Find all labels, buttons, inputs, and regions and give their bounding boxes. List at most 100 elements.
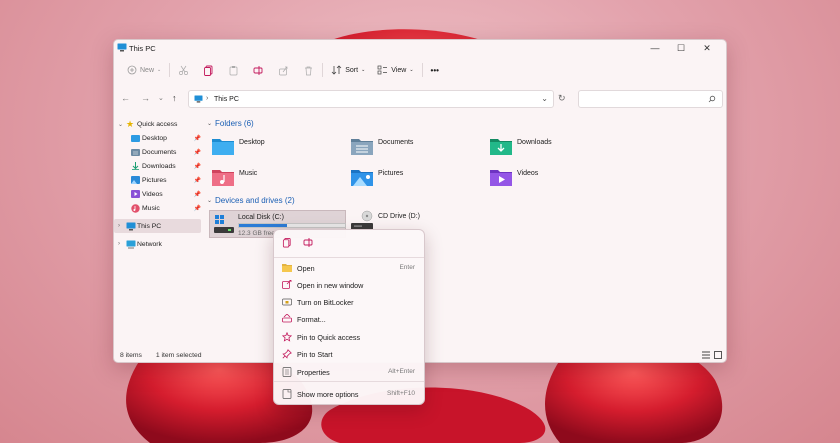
- menu-item-bitlocker[interactable]: Turn on BitLocker: [274, 293, 424, 310]
- chevron-down-icon: ⌄: [157, 67, 162, 73]
- cut-button[interactable]: [174, 61, 193, 79]
- maximize-button[interactable]: ☐: [668, 42, 694, 54]
- refresh-icon[interactable]: ↻: [558, 93, 566, 104]
- menu-item-properties[interactable]: Properties Alt+Enter: [274, 363, 424, 380]
- chevron-down-icon: ⌄: [361, 67, 366, 73]
- sidebar-item-pictures[interactable]: Pictures 📌: [114, 173, 201, 187]
- menu-item-label: Turn on BitLocker: [297, 298, 354, 307]
- chevron-right-icon: ›: [118, 241, 120, 247]
- menu-item-show-more-options[interactable]: Show more options Shift+F10: [274, 385, 424, 402]
- music-folder-icon: [131, 203, 140, 213]
- back-arrow-icon[interactable]: ←: [121, 93, 130, 103]
- new-button[interactable]: New ⌄: [123, 61, 165, 79]
- windows-drive-icon: [214, 215, 234, 233]
- sort-button[interactable]: Sort ⌄: [327, 61, 369, 79]
- menu-item-format[interactable]: Format...: [274, 310, 424, 327]
- this-pc-icon: [126, 222, 136, 230]
- menu-item-pin-start[interactable]: Pin to Start: [274, 345, 424, 362]
- star-icon: ★: [126, 118, 135, 129]
- menu-item-label: Format...: [297, 315, 326, 324]
- menu-item-pin-quick-access[interactable]: Pin to Quick access: [274, 328, 424, 345]
- tiles-view-icon[interactable]: [714, 351, 722, 359]
- address-row: ← → ⌄ ↑ › This PC ⌄ ↻: [114, 89, 726, 109]
- sidebar-item-label: Network: [137, 240, 162, 248]
- format-drive-icon: [282, 314, 292, 323]
- drive-name: Local Disk (C:): [238, 214, 284, 221]
- sidebar-item-documents[interactable]: Documents 📌: [114, 145, 201, 159]
- address-dropdown-icon[interactable]: ⌄: [541, 94, 548, 103]
- sidebar-item-this-pc[interactable]: › This PC: [114, 219, 201, 233]
- copy-icon: [204, 65, 213, 76]
- sidebar-item-network[interactable]: › Network: [114, 237, 201, 251]
- menu-item-open[interactable]: Open Enter: [274, 259, 424, 276]
- music-folder-icon: [212, 170, 234, 186]
- folder-tile-documents[interactable]: Documents: [350, 136, 413, 156]
- search-input[interactable]: [578, 90, 723, 108]
- breadcrumb[interactable]: This PC: [214, 96, 239, 103]
- folder-tile-videos[interactable]: Videos: [489, 167, 538, 187]
- documents-folder-icon: [131, 149, 140, 156]
- status-bar: 8 items 1 item selected: [120, 352, 214, 359]
- this-pc-icon: [194, 95, 203, 103]
- sidebar-item-downloads[interactable]: Downloads 📌: [114, 159, 201, 173]
- copy-button[interactable]: [199, 61, 218, 79]
- folder-tile-downloads[interactable]: Downloads: [489, 136, 552, 156]
- menu-item-shortcut: Enter: [399, 264, 415, 271]
- sidebar-item-videos[interactable]: Videos 📌: [114, 187, 201, 201]
- sidebar-item-music[interactable]: Music 📌: [114, 201, 201, 215]
- clipboard-icon: [229, 65, 238, 75]
- minimize-button[interactable]: —: [642, 42, 668, 54]
- paste-button[interactable]: [224, 61, 243, 79]
- delete-button[interactable]: [299, 61, 318, 79]
- folder-label: Downloads: [517, 139, 552, 146]
- recent-chevron-icon[interactable]: ⌄: [158, 94, 164, 102]
- pin-icon: 📌: [193, 163, 201, 170]
- sidebar-item-label: Documents: [142, 148, 177, 156]
- downloads-folder-icon: [490, 139, 512, 155]
- up-arrow-icon[interactable]: ↑: [172, 93, 177, 103]
- videos-folder-icon: [490, 170, 512, 186]
- command-bar: New ⌄ Sort ⌄ View ⌄ •••: [114, 58, 726, 82]
- share-button[interactable]: [274, 61, 293, 79]
- close-button[interactable]: ✕: [694, 42, 720, 54]
- folders-group-header[interactable]: ⌄ Folders (6): [207, 119, 254, 128]
- pictures-folder-icon: [131, 176, 140, 184]
- layout-switcher: [702, 351, 722, 359]
- forward-arrow-icon[interactable]: →: [141, 93, 150, 103]
- sidebar-item-label: Music: [142, 204, 160, 212]
- toolbar-divider: [169, 63, 171, 77]
- search-icon: [708, 95, 716, 103]
- folder-tile-desktop[interactable]: Desktop: [211, 136, 265, 156]
- drives-header-label: Devices and drives (2): [215, 196, 295, 205]
- folder-label: Documents: [378, 139, 414, 146]
- menu-item-label: Open: [297, 264, 315, 273]
- item-count: 8 items: [120, 352, 142, 359]
- drive-name: CD Drive (D:): [378, 213, 420, 220]
- show-more-options-icon: [282, 389, 292, 399]
- sidebar-item-label: Pictures: [142, 176, 167, 184]
- drive-usage-bar: [238, 223, 346, 228]
- rename-icon[interactable]: [303, 237, 314, 248]
- pin-icon: [282, 349, 292, 359]
- drive-free-space: 12.3 GB free: [238, 230, 275, 237]
- folder-tile-pictures[interactable]: Pictures: [350, 167, 403, 187]
- address-bar[interactable]: › This PC ⌄: [188, 90, 554, 108]
- copy-icon[interactable]: [282, 237, 292, 248]
- menu-item-shortcut: Shift+F10: [386, 390, 415, 397]
- menu-item-open-new-window[interactable]: Open in new window: [274, 276, 424, 293]
- sidebar-item-desktop[interactable]: Desktop 📌: [114, 131, 201, 145]
- sidebar-item-label: Videos: [142, 190, 163, 198]
- navigation-pane: ⌄ ★ Quick access Desktop 📌 Documents 📌 D…: [114, 117, 201, 251]
- drives-group-header[interactable]: ⌄ Devices and drives (2): [207, 196, 295, 205]
- more-options-button[interactable]: •••: [427, 61, 443, 79]
- network-icon: [126, 240, 136, 248]
- folder-tile-music[interactable]: Music: [211, 167, 257, 187]
- toolbar-divider: [322, 63, 324, 77]
- pin-icon: 📌: [193, 205, 201, 212]
- chevron-down-icon: ⌄: [207, 121, 213, 127]
- chevron-down-icon: ⌄: [207, 198, 213, 204]
- details-view-icon[interactable]: [702, 351, 710, 359]
- sidebar-item-quick-access[interactable]: ⌄ ★ Quick access: [114, 117, 201, 131]
- view-button[interactable]: View ⌄: [373, 61, 417, 79]
- rename-button[interactable]: [249, 61, 268, 79]
